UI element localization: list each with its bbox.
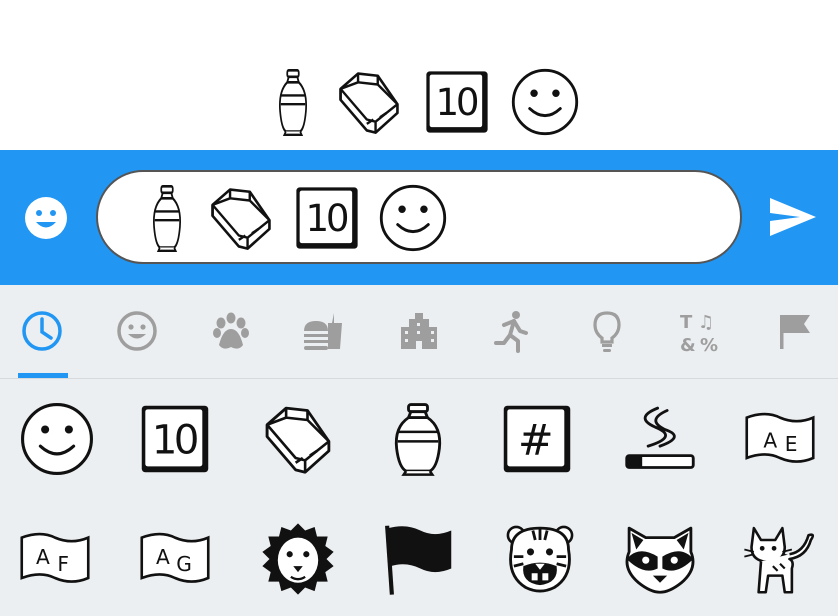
cat-icon[interactable] [742, 521, 818, 597]
coffin-icon [334, 67, 404, 137]
slightly-smiling-face-icon[interactable] [19, 401, 95, 477]
flag-af-icon[interactable] [17, 521, 93, 597]
black-flag-icon[interactable] [380, 521, 456, 597]
emoji-grid [0, 379, 838, 616]
send-icon[interactable] [766, 194, 818, 240]
lion-face-icon[interactable] [260, 521, 336, 597]
coffin-icon [206, 183, 276, 253]
symbols-icon[interactable]: T ♫ & % [678, 309, 722, 353]
emoji-category-tabs: T ♫ & % [0, 285, 838, 379]
input-emoji-row [144, 178, 448, 258]
cigarette-icon[interactable] [622, 401, 698, 477]
preview-emoji-row [270, 66, 580, 138]
active-tab-indicator [18, 373, 68, 378]
clock-icon[interactable] [20, 309, 64, 353]
slightly-smiling-face-icon [378, 183, 448, 253]
funeral-urn-icon [270, 67, 316, 137]
funeral-urn-icon[interactable] [380, 401, 456, 477]
food-icon[interactable] [302, 309, 346, 353]
runner-icon[interactable] [490, 309, 534, 353]
buildings-icon[interactable] [397, 309, 441, 353]
slightly-smiling-face-icon [510, 67, 580, 137]
message-input[interactable] [96, 170, 742, 264]
coffin-icon[interactable] [260, 401, 336, 477]
lightbulb-icon[interactable] [585, 309, 629, 353]
paw-icon[interactable] [209, 309, 253, 353]
flag-ae-icon[interactable] [742, 401, 818, 477]
keycap-ten-icon [422, 67, 492, 137]
svg-text:&: & [680, 335, 696, 353]
tiger-face-icon[interactable] [502, 521, 578, 597]
flag-ag-icon[interactable] [137, 521, 213, 597]
svg-text:T: T [680, 312, 693, 333]
keycap-ten-icon[interactable] [137, 401, 213, 477]
svg-text:♫: ♫ [698, 312, 714, 333]
smiley-icon[interactable] [24, 196, 68, 240]
svg-text:%: % [700, 335, 718, 353]
keycap-ten-icon [292, 183, 362, 253]
keycap-hash-icon[interactable] [499, 401, 575, 477]
flag-icon[interactable] [774, 309, 818, 353]
raccoon-icon[interactable] [622, 521, 698, 597]
funeral-urn-icon [144, 183, 190, 253]
message-preview [0, 0, 838, 150]
smiley-icon[interactable] [115, 309, 159, 353]
